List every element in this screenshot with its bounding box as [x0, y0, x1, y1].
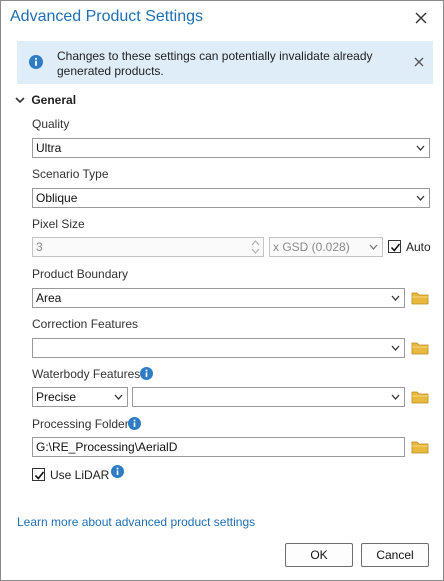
- help-icon[interactable]: [111, 465, 124, 478]
- correction-features-label: Correction Features: [32, 317, 139, 331]
- dropdown-caret-icon: [416, 145, 425, 151]
- help-icon[interactable]: [140, 367, 153, 380]
- advanced-product-settings-dialog: Advanced Product Settings Changes to the…: [0, 0, 444, 581]
- banner-message: Changes to these settings can potentiall…: [57, 49, 373, 78]
- dropdown-caret-icon: [369, 244, 378, 250]
- dropdown-caret-icon: [114, 394, 123, 400]
- pixel-size-label: Pixel Size: [32, 217, 85, 231]
- pixel-size-unit-dropdown[interactable]: x GSD (0.028): [269, 237, 383, 257]
- product-boundary-label: Product Boundary: [32, 267, 129, 281]
- spinner-arrows-icon[interactable]: [251, 239, 260, 255]
- title-bar: Advanced Product Settings: [1, 1, 443, 35]
- close-icon: [415, 12, 427, 24]
- processing-folder-value: G:\RE_Processing\AerialD: [36, 440, 178, 454]
- dropdown-caret-icon: [391, 394, 400, 400]
- waterbody-mode-dropdown[interactable]: Precise: [32, 387, 128, 407]
- correction-features-dropdown[interactable]: [32, 338, 405, 358]
- use-lidar-label: Use LiDAR: [50, 468, 110, 482]
- dropdown-caret-icon: [391, 345, 400, 351]
- waterbody-features-label: Waterbody Features: [32, 367, 141, 381]
- folder-icon[interactable]: [411, 440, 429, 454]
- folder-icon[interactable]: [411, 341, 429, 355]
- learn-more-link[interactable]: Learn more about advanced product settin…: [17, 515, 255, 529]
- quality-value: Ultra: [36, 141, 62, 155]
- scenario-type-label: Scenario Type: [32, 167, 109, 181]
- processing-folder-label: Processing Folder: [32, 417, 129, 431]
- scenario-type-value: Oblique: [36, 191, 78, 205]
- auto-label: Auto: [406, 240, 431, 254]
- cancel-button[interactable]: Cancel: [361, 543, 429, 567]
- section-general-header[interactable]: General: [15, 92, 76, 108]
- close-icon: [414, 57, 424, 67]
- use-lidar-checkbox[interactable]: [32, 468, 45, 481]
- checkmark-icon: [390, 243, 401, 252]
- product-boundary-value: Area: [36, 291, 62, 305]
- waterbody-layer-dropdown[interactable]: [132, 387, 405, 407]
- close-dialog-button[interactable]: [411, 8, 431, 28]
- pixel-size-unit-value: x GSD (0.028): [273, 240, 350, 254]
- quality-dropdown[interactable]: Ultra: [32, 138, 430, 158]
- scenario-type-dropdown[interactable]: Oblique: [32, 188, 430, 208]
- pixel-size-value: 3: [36, 240, 43, 254]
- waterbody-mode-value: Precise: [36, 390, 77, 404]
- checkmark-icon: [34, 471, 45, 480]
- auto-checkbox[interactable]: [388, 240, 401, 253]
- product-boundary-dropdown[interactable]: Area: [32, 288, 405, 308]
- ok-button[interactable]: OK: [285, 543, 353, 567]
- dropdown-caret-icon: [416, 195, 425, 201]
- help-icon[interactable]: [128, 417, 141, 430]
- quality-label: Quality: [32, 117, 70, 131]
- processing-folder-input[interactable]: G:\RE_Processing\AerialD: [32, 437, 405, 457]
- chevron-down-icon: [15, 97, 25, 103]
- pixel-size-input[interactable]: 3: [32, 237, 264, 257]
- banner-close-button[interactable]: [411, 53, 427, 71]
- section-general-label: General: [31, 92, 77, 107]
- info-banner: Changes to these settings can potentiall…: [17, 41, 433, 84]
- folder-icon[interactable]: [411, 291, 429, 305]
- folder-icon[interactable]: [411, 390, 429, 404]
- dialog-title: Advanced Product Settings: [10, 8, 204, 25]
- dropdown-caret-icon: [391, 295, 400, 301]
- info-icon: [29, 55, 43, 69]
